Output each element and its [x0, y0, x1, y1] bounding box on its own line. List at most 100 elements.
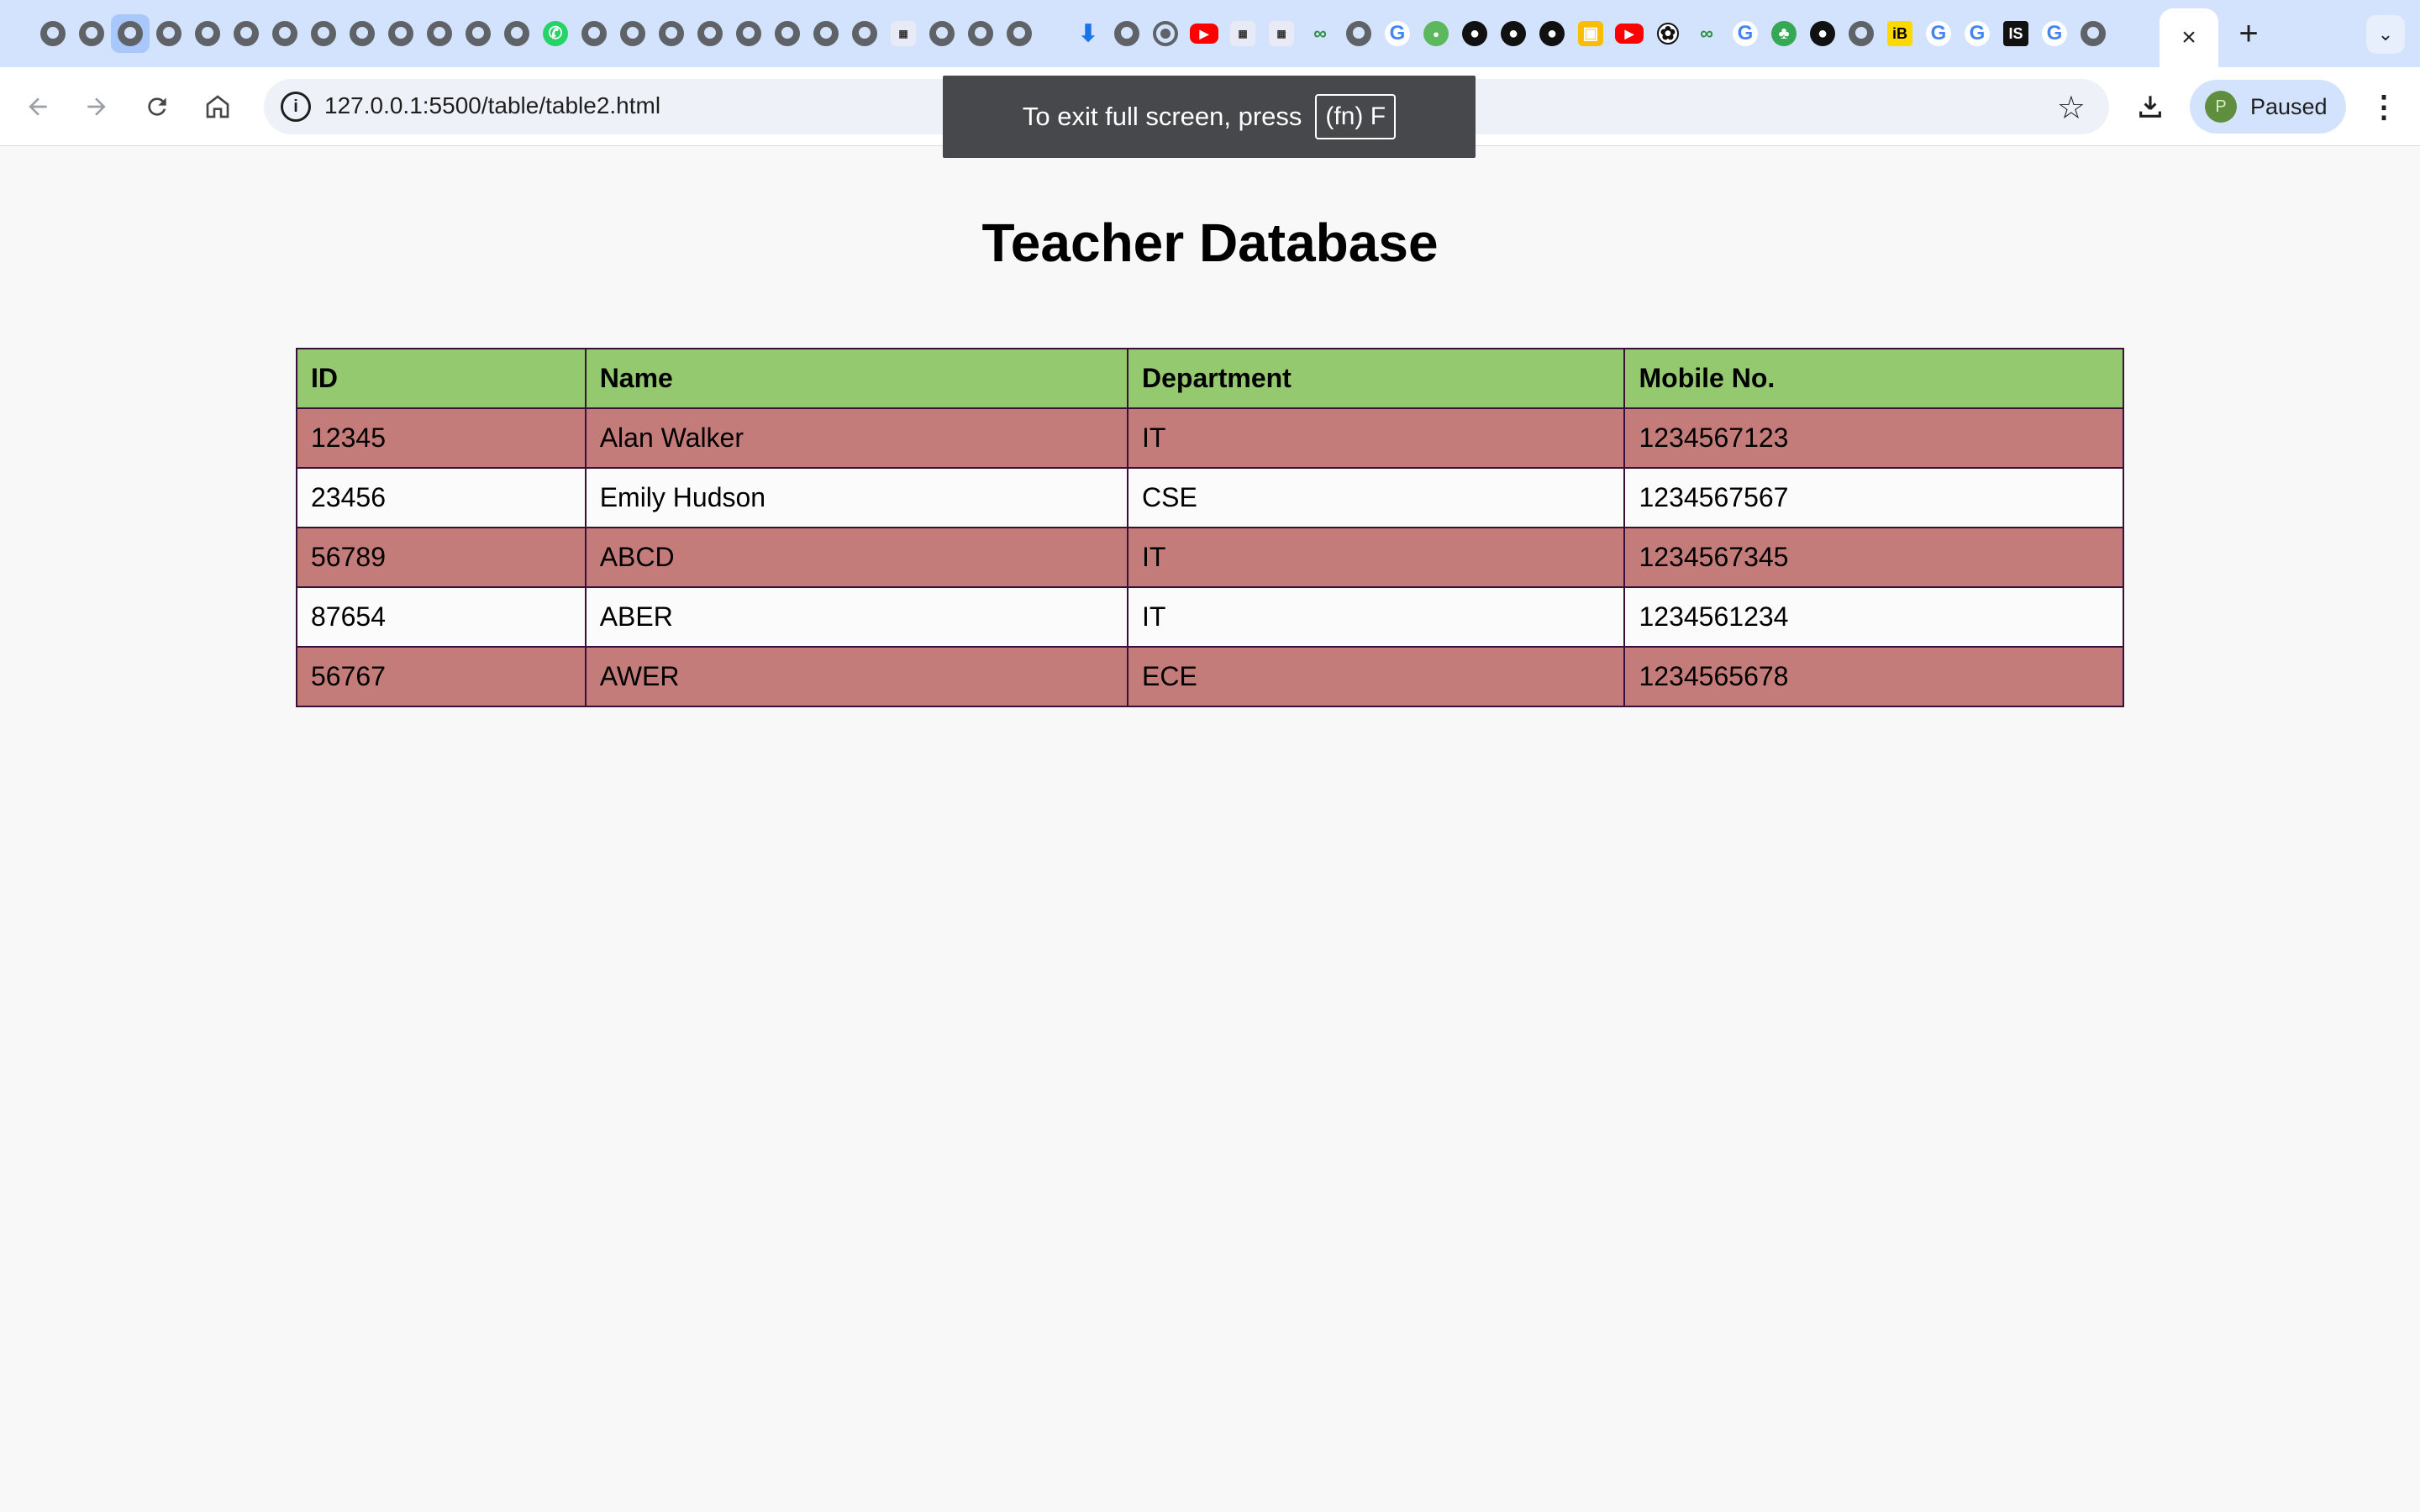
tab-globe[interactable]	[961, 14, 1000, 53]
is-icon: IS	[2003, 21, 2028, 46]
tab-globe[interactable]	[227, 14, 266, 53]
tab-globe[interactable]	[1000, 14, 1039, 53]
tab-globe[interactable]	[1339, 14, 1378, 53]
more-menu-icon[interactable]: ⋮	[2363, 86, 2405, 128]
table-row: 12345 Alan Walker IT 1234567123	[296, 407, 2124, 469]
tab-list: ✆ ▦ ⬇ ▶ ▦ ▦ ∞ G ● ● ● ● ▣ ▶ ✿ ∞ G ♣ ● iB G G IS G	[0, 0, 2112, 67]
globe-icon	[1114, 21, 1139, 46]
back-arrow-icon[interactable]	[17, 86, 59, 128]
globe-icon	[775, 21, 800, 46]
tab-search-button[interactable]: ⌄	[2366, 15, 2405, 54]
globe-icon	[659, 21, 684, 46]
chrome-icon	[1153, 21, 1178, 46]
tab-globe[interactable]	[497, 14, 536, 53]
tab-globe[interactable]	[72, 14, 111, 53]
tab-bol[interactable]: ▦	[1262, 14, 1301, 53]
bol-icon: ▦	[1230, 21, 1255, 46]
tab-globe[interactable]	[34, 14, 72, 53]
cell-id: 56767	[296, 646, 587, 707]
tab-green-circle[interactable]: ●	[1417, 14, 1455, 53]
tab-globe[interactable]	[691, 14, 729, 53]
tab-google[interactable]: G	[1919, 14, 1958, 53]
tab-gfg[interactable]: ∞	[1301, 14, 1339, 53]
tab-globe[interactable]	[1107, 14, 1146, 53]
reload-icon[interactable]	[136, 86, 178, 128]
youtube-icon: ▶	[1615, 24, 1644, 44]
download-icon: ⬇	[1078, 20, 1098, 46]
tab-interviewbit[interactable]: iB	[1881, 14, 1919, 53]
tab-globe[interactable]	[188, 14, 227, 53]
globe-icon	[1346, 21, 1371, 46]
site-info-icon[interactable]: i	[281, 92, 311, 122]
tab-youtube[interactable]: ▶	[1185, 14, 1223, 53]
active-tab[interactable]: ×	[2160, 8, 2218, 67]
tab-github[interactable]: ●	[1803, 14, 1842, 53]
tab-globe[interactable]	[381, 14, 420, 53]
column-header-name: Name	[584, 348, 1129, 409]
tab-globe[interactable]	[729, 14, 768, 53]
cell-department: IT	[1126, 586, 1626, 648]
tab-globe[interactable]	[575, 14, 613, 53]
tab-photo[interactable]: ▣	[1571, 14, 1610, 53]
cell-mobile: 1234565678	[1623, 646, 2124, 707]
tab-google[interactable]: G	[1726, 14, 1765, 53]
tab-globe[interactable]	[420, 14, 459, 53]
tab-github[interactable]: ●	[1533, 14, 1571, 53]
cell-name: ABCD	[584, 527, 1129, 588]
tab-bol[interactable]: ▦	[1223, 14, 1262, 53]
whatsapp-icon: ✆	[543, 21, 568, 46]
cell-department: ECE	[1126, 646, 1626, 707]
globe-icon	[234, 21, 259, 46]
tab-chrome[interactable]	[1146, 14, 1185, 53]
tab-globe[interactable]	[266, 14, 304, 53]
tab-github[interactable]: ●	[1494, 14, 1533, 53]
tab-globe[interactable]	[111, 14, 150, 53]
tab-is[interactable]: IS	[1996, 14, 2035, 53]
cell-mobile: 1234567123	[1623, 407, 2124, 469]
tab-gfg[interactable]: ∞	[1687, 14, 1726, 53]
tab-globe[interactable]	[845, 14, 884, 53]
close-tab-icon[interactable]: ×	[2181, 24, 2196, 52]
forward-arrow-icon[interactable]	[76, 86, 118, 128]
home-icon[interactable]	[197, 86, 239, 128]
fullscreen-toast: To exit full screen, press (fn) F	[943, 76, 1476, 158]
cell-mobile: 1234561234	[1623, 586, 2124, 648]
tab-strip: ✆ ▦ ⬇ ▶ ▦ ▦ ∞ G ● ● ● ● ▣ ▶ ✿ ∞ G ♣ ● iB G G IS G × + ⌄	[0, 0, 2420, 67]
tab-globe[interactable]	[923, 14, 961, 53]
tab-google[interactable]: G	[1378, 14, 1417, 53]
cell-department: IT	[1126, 527, 1626, 588]
tab-chatgpt[interactable]: ✿	[1649, 14, 1687, 53]
url-text[interactable]: 127.0.0.1:5500/table/table2.html	[324, 92, 660, 119]
github-icon: ●	[1539, 21, 1565, 46]
download-icon[interactable]	[2129, 86, 2171, 128]
tab-google[interactable]: G	[2035, 14, 2074, 53]
tab-google[interactable]: G	[1958, 14, 1996, 53]
globe-icon	[350, 21, 375, 46]
tab-download[interactable]: ⬇	[1069, 14, 1107, 53]
tab-globe[interactable]	[459, 14, 497, 53]
tab-whatsapp[interactable]: ✆	[536, 14, 575, 53]
tab-globe[interactable]	[807, 14, 845, 53]
gfg-icon: ∞	[1313, 23, 1327, 44]
youtube-icon: ▶	[1190, 24, 1218, 44]
tab-globe[interactable]	[1842, 14, 1881, 53]
tab-globe[interactable]	[343, 14, 381, 53]
tab-globe[interactable]	[2074, 14, 2112, 53]
bookmark-star-icon[interactable]: ☆	[2057, 89, 2086, 127]
tab-globe[interactable]	[652, 14, 691, 53]
new-tab-button[interactable]: +	[2228, 13, 2269, 54]
tab-globe[interactable]	[304, 14, 343, 53]
bol-icon: ▦	[1269, 21, 1294, 46]
globe-icon	[195, 21, 220, 46]
fullscreen-message: To exit full screen, press	[1022, 102, 1302, 131]
cell-department: CSE	[1126, 467, 1626, 528]
tab-leaf[interactable]: ♣	[1765, 14, 1803, 53]
tab-globe[interactable]	[150, 14, 188, 53]
tab-github[interactable]: ●	[1455, 14, 1494, 53]
tab-globe[interactable]	[768, 14, 807, 53]
tab-globe[interactable]	[613, 14, 652, 53]
tab-bol[interactable]: ▦	[884, 14, 923, 53]
profile-button[interactable]: P Paused	[2190, 80, 2346, 134]
tab-youtube[interactable]: ▶	[1610, 14, 1649, 53]
google-icon: G	[1926, 21, 1951, 46]
